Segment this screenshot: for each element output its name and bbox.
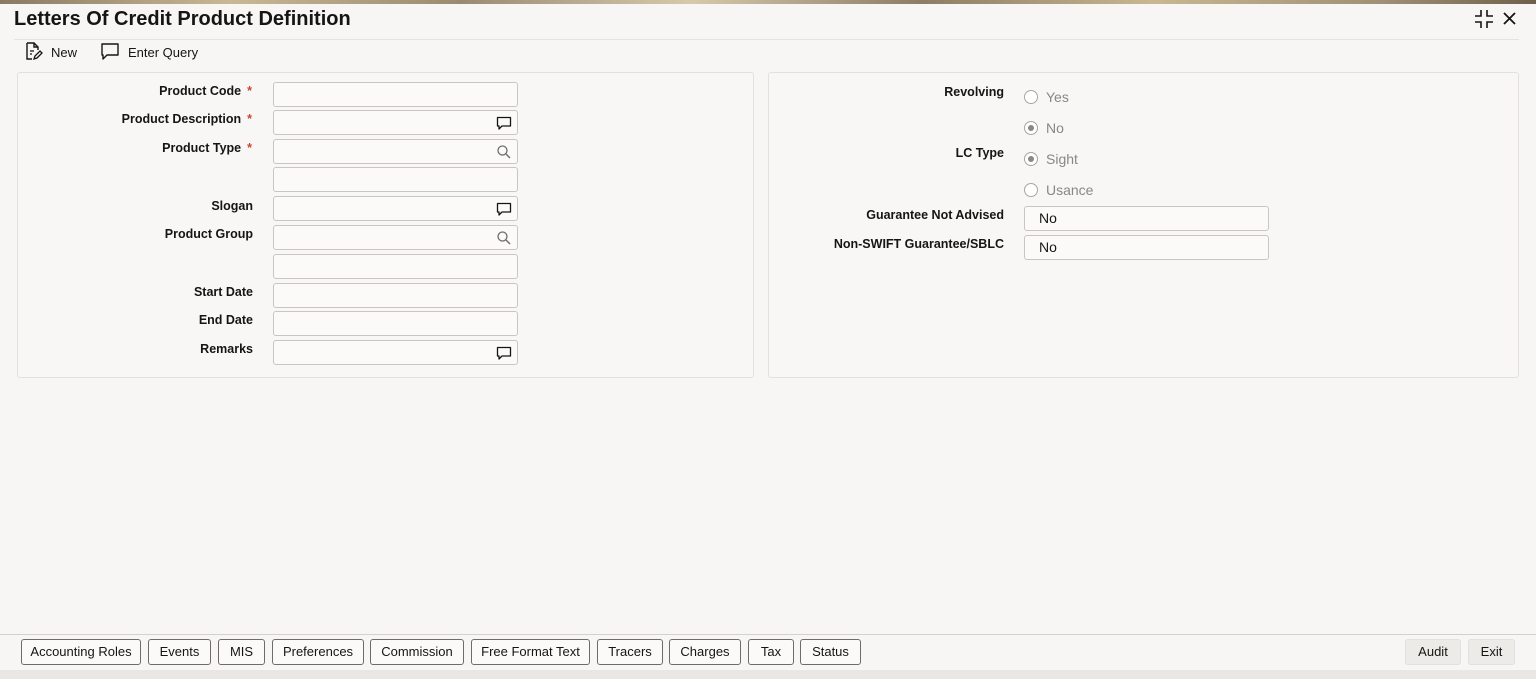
- guarantee-not-advised-field[interactable]: No: [1024, 206, 1269, 231]
- remarks-input[interactable]: [273, 340, 518, 365]
- product-type-input[interactable]: [273, 139, 518, 164]
- non-swift-guarantee-field[interactable]: No: [1024, 235, 1269, 260]
- comment-icon: [100, 41, 120, 64]
- page-title: Letters Of Credit Product Definition: [14, 8, 351, 30]
- radio-unchecked-icon: [1024, 90, 1038, 104]
- guarantee-not-advised-label: Guarantee Not Advised: [866, 208, 1004, 222]
- search-icon[interactable]: [496, 144, 512, 165]
- comment-icon[interactable]: [496, 201, 512, 222]
- new-button-label: New: [51, 44, 78, 60]
- exit-button[interactable]: Exit: [1468, 639, 1515, 665]
- free-format-text-button[interactable]: Free Format Text: [471, 639, 590, 665]
- slogan-input[interactable]: [273, 196, 518, 221]
- enter-query-label: Enter Query: [128, 44, 199, 60]
- commission-button[interactable]: Commission: [370, 639, 464, 665]
- minimize-icon[interactable]: [1473, 8, 1495, 30]
- start-date-label: Start Date: [193, 285, 253, 299]
- search-icon[interactable]: [496, 230, 512, 251]
- revolving-no-label: No: [1046, 120, 1064, 136]
- remarks-label: Remarks: [200, 342, 253, 356]
- accounting-roles-button[interactable]: Accounting Roles: [21, 639, 141, 665]
- charges-button[interactable]: Charges: [669, 639, 741, 665]
- comment-icon[interactable]: [496, 115, 512, 136]
- audit-button[interactable]: Audit: [1405, 639, 1461, 665]
- revolving-yes-radio[interactable]: Yes: [1024, 89, 1069, 105]
- lc-type-sight-label: Sight: [1046, 151, 1078, 167]
- end-date-input[interactable]: [273, 311, 518, 336]
- revolving-label: Revolving: [944, 85, 1004, 99]
- lc-type-usance-label: Usance: [1046, 182, 1094, 198]
- lc-type-usance-radio[interactable]: Usance: [1024, 182, 1093, 198]
- non-swift-guarantee-label: Non-SWIFT Guarantee/SBLC: [833, 237, 1004, 251]
- header-decorative-strip: [0, 0, 1536, 4]
- events-button[interactable]: Events: [148, 639, 211, 665]
- product-description-label: Product Description *: [121, 112, 252, 126]
- radio-checked-icon: [1024, 152, 1038, 166]
- new-button[interactable]: New: [23, 41, 78, 64]
- preferences-button[interactable]: Preferences: [272, 639, 364, 665]
- footer-bottom-bar: [0, 670, 1536, 679]
- product-code-label: Product Code *: [159, 84, 252, 98]
- product-group-label: Product Group: [164, 227, 253, 241]
- product-code-input[interactable]: [273, 82, 518, 107]
- new-document-icon: [23, 41, 43, 64]
- product-type-label: Product Type *: [162, 141, 252, 155]
- start-date-input[interactable]: [273, 283, 518, 308]
- footer-divider: [0, 634, 1536, 635]
- product-group-description-field: [273, 254, 518, 279]
- product-group-input[interactable]: [273, 225, 518, 250]
- toolbar-divider: [14, 39, 1519, 40]
- product-description-input[interactable]: [273, 110, 518, 135]
- comment-icon[interactable]: [496, 345, 512, 366]
- product-type-description-field: [273, 167, 518, 192]
- status-button[interactable]: Status: [800, 639, 861, 665]
- end-date-label: End Date: [198, 313, 253, 327]
- lc-type-sight-radio[interactable]: Sight: [1024, 151, 1078, 167]
- mis-button[interactable]: MIS: [218, 639, 265, 665]
- revolving-no-radio[interactable]: No: [1024, 120, 1064, 136]
- radio-unchecked-icon: [1024, 183, 1038, 197]
- tax-button[interactable]: Tax: [748, 639, 794, 665]
- enter-query-button[interactable]: Enter Query: [100, 42, 198, 62]
- slogan-label: Slogan: [211, 199, 253, 213]
- revolving-yes-label: Yes: [1046, 89, 1069, 105]
- close-icon[interactable]: [1500, 8, 1520, 30]
- tracers-button[interactable]: Tracers: [597, 639, 663, 665]
- radio-checked-icon: [1024, 121, 1038, 135]
- lc-type-label: LC Type: [955, 146, 1004, 160]
